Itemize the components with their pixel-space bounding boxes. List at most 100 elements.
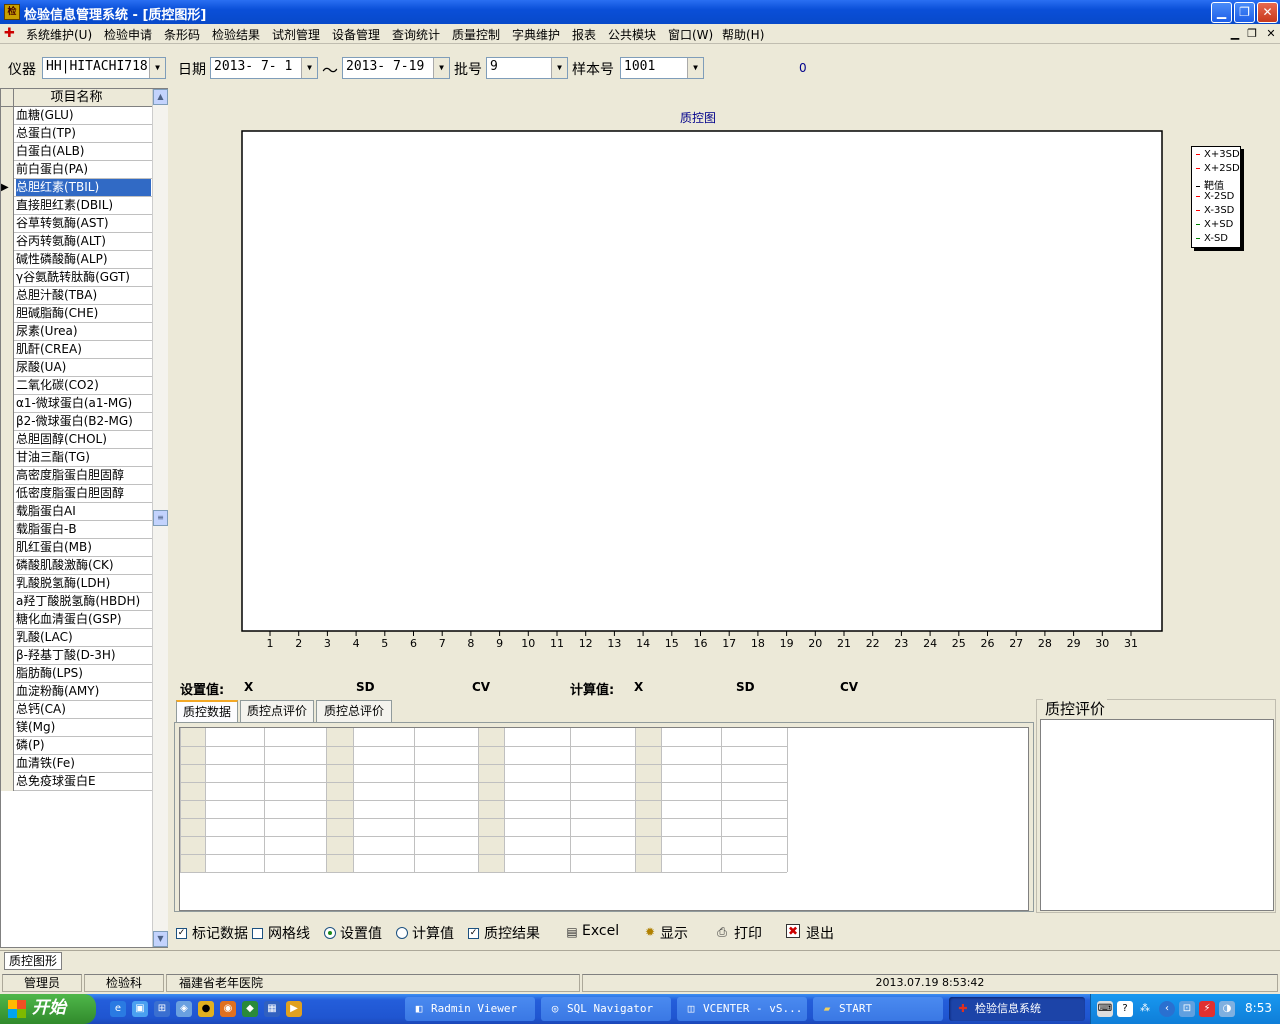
menu-device[interactable]: 设备管理 (332, 26, 380, 43)
tab-point-eval[interactable]: 质控点评价 (240, 700, 314, 722)
menu-request[interactable]: 检验申请 (104, 26, 152, 43)
list-item[interactable]: 直接胆红素(DBIL) (1, 197, 152, 215)
task-vcenter[interactable]: ◫ VCENTER - vS... (677, 997, 807, 1021)
list-item[interactable]: 血糖(GLU) (1, 107, 152, 125)
mark-data-checkbox[interactable]: ✓ (176, 928, 187, 939)
list-item[interactable]: 镁(Mg) (1, 719, 152, 737)
mdi-close-icon[interactable]: ✕ (1263, 27, 1279, 41)
list-item[interactable]: 总胆固醇(CHOL) (1, 431, 152, 449)
qc-result-label[interactable]: 质控结果 (484, 923, 540, 943)
app-icon[interactable]: 检 (4, 4, 20, 20)
chevron-down-icon[interactable]: ▼ (433, 58, 449, 78)
app-icon-green[interactable]: ◆ (242, 1001, 258, 1017)
list-item[interactable]: 谷草转氨酶(AST) (1, 215, 152, 233)
list-item[interactable]: 磷酸肌酸激酶(CK) (1, 557, 152, 575)
list-item[interactable]: 二氧化碳(CO2) (1, 377, 152, 395)
media-icon[interactable]: ▶ (286, 1001, 302, 1017)
close-button[interactable]: ✕ (1257, 2, 1278, 23)
set-value-radio[interactable] (324, 927, 336, 939)
app-icon-blue[interactable]: ▦ (264, 1001, 280, 1017)
gridlines-label[interactable]: 网格线 (268, 923, 310, 943)
network-tray-icon[interactable]: ⊡ (1179, 1001, 1195, 1017)
menu-public[interactable]: 公共模块 (608, 26, 656, 43)
menu-report[interactable]: 报表 (572, 26, 596, 43)
list-item[interactable]: 血清铁(Fe) (1, 755, 152, 773)
list-item[interactable]: β2-微球蛋白(B2-MG) (1, 413, 152, 431)
volume-icon[interactable]: ◑ (1219, 1001, 1235, 1017)
desktop-icon[interactable]: ▣ (132, 1001, 148, 1017)
set-value-radio-label[interactable]: 设置值 (340, 923, 382, 943)
restore-button[interactable]: ❐ (1234, 2, 1255, 23)
scroll-up-icon[interactable]: ▲ (153, 89, 168, 105)
item-list[interactable]: 项目名称 血糖(GLU) 总蛋白(TP) 白蛋白(ALB) 前白蛋白(PA) ▶ 总胆红素… (0, 88, 168, 948)
chevron-down-icon[interactable]: ▼ (149, 58, 165, 78)
antivirus-icon[interactable]: ⚡ (1199, 1001, 1215, 1017)
excel-button[interactable]: ▤ Excel (562, 920, 632, 946)
tray-arrow-icon[interactable]: ‹ (1159, 1001, 1175, 1017)
menu-query[interactable]: 查询统计 (392, 26, 440, 43)
list-scrollbar[interactable]: ▲ ≡ ▼ (152, 89, 168, 947)
chevron-down-icon[interactable]: ▼ (301, 58, 317, 78)
firefox-icon[interactable]: ◉ (220, 1001, 236, 1017)
list-item[interactable]: 甘油三酯(TG) (1, 449, 152, 467)
mark-data-label[interactable]: 标记数据 (192, 923, 248, 943)
list-item[interactable]: α1-微球蛋白(a1-MG) (1, 395, 152, 413)
list-item[interactable]: 乳酸脱氢酶(LDH) (1, 575, 152, 593)
qq-icon[interactable]: ● (198, 1001, 214, 1017)
explorer-icon[interactable]: ◈ (176, 1001, 192, 1017)
list-item[interactable]: 载脂蛋白AI (1, 503, 152, 521)
list-item[interactable]: 肌红蛋白(MB) (1, 539, 152, 557)
task-lis[interactable]: ✚ 检验信息系统 (949, 997, 1085, 1021)
list-item[interactable]: 谷丙转氨酶(ALT) (1, 233, 152, 251)
list-item[interactable]: 磷(P) (1, 737, 152, 755)
list-item[interactable]: 高密度脂蛋白胆固醇 (1, 467, 152, 485)
help-icon[interactable]: ? (1117, 1001, 1133, 1017)
keyboard-icon[interactable]: ⌨ (1097, 1001, 1113, 1017)
list-item[interactable]: 乳酸(LAC) (1, 629, 152, 647)
list-item[interactable]: 总免疫球蛋白E (1, 773, 152, 791)
tab-qc-data[interactable]: 质控数据 (176, 700, 238, 723)
calc-value-radio[interactable] (396, 927, 408, 939)
list-item[interactable]: 前白蛋白(PA) (1, 161, 152, 179)
qc-data-grid[interactable] (179, 727, 1029, 911)
list-item[interactable]: 尿素(Urea) (1, 323, 152, 341)
menu-reagent[interactable]: 试剂管理 (272, 26, 320, 43)
gridlines-checkbox[interactable] (252, 928, 263, 939)
scroll-thumb[interactable]: ≡ (153, 510, 168, 526)
list-item[interactable]: a羟丁酸脱氢酶(HBDH) (1, 593, 152, 611)
mdi-restore-icon[interactable]: ❐ (1244, 27, 1260, 41)
calc-value-radio-label[interactable]: 计算值 (412, 923, 454, 943)
scroll-down-icon[interactable]: ▼ (153, 931, 168, 947)
ie-icon[interactable]: e (110, 1001, 126, 1017)
chevron-down-icon[interactable]: ▼ (687, 58, 703, 78)
task-start-folder[interactable]: ▰ START (813, 997, 943, 1021)
menu-quality[interactable]: 质量控制 (452, 26, 500, 43)
list-header[interactable]: 项目名称 (1, 89, 152, 107)
network-icon[interactable]: ⊞ (154, 1001, 170, 1017)
tab-total-eval[interactable]: 质控总评价 (316, 700, 392, 722)
exit-button[interactable]: ✖ 退出 (784, 920, 844, 946)
instrument-select[interactable]: HH|HITACHI718 ▼ (42, 57, 166, 79)
menu-help[interactable]: 帮助(H) (722, 26, 764, 43)
list-item[interactable]: 碱性磷酸酶(ALP) (1, 251, 152, 269)
chevron-down-icon[interactable]: ▼ (551, 58, 567, 78)
list-item[interactable]: 白蛋白(ALB) (1, 143, 152, 161)
date-from-picker[interactable]: 2013- 7- 1 ▼ (210, 57, 318, 79)
list-item[interactable]: 总蛋白(TP) (1, 125, 152, 143)
list-item[interactable]: ▶ 总胆红素(TBIL) (1, 179, 152, 197)
menu-window[interactable]: 窗口(W) (668, 26, 713, 43)
mdi-minimize-icon[interactable]: ▁ (1227, 27, 1243, 41)
list-item[interactable]: 尿酸(UA) (1, 359, 152, 377)
display-button[interactable]: ✹ 显示 (640, 920, 700, 946)
list-item[interactable]: β-羟基丁酸(D-3H) (1, 647, 152, 665)
list-item[interactable]: 血淀粉酶(AMY) (1, 683, 152, 701)
batch-select[interactable]: 9 ▼ (486, 57, 568, 79)
task-radmin[interactable]: ◧ Radmin Viewer (405, 997, 535, 1021)
menu-barcode[interactable]: 条形码 (164, 26, 200, 43)
date-to-picker[interactable]: 2013- 7-19 ▼ (342, 57, 450, 79)
qc-result-checkbox[interactable]: ✓ (468, 928, 479, 939)
ime-icon[interactable]: ⁂ (1137, 1001, 1153, 1017)
menu-result[interactable]: 检验结果 (212, 26, 260, 43)
list-item[interactable]: 糖化血清蛋白(GSP) (1, 611, 152, 629)
eval-textarea[interactable] (1040, 719, 1274, 911)
